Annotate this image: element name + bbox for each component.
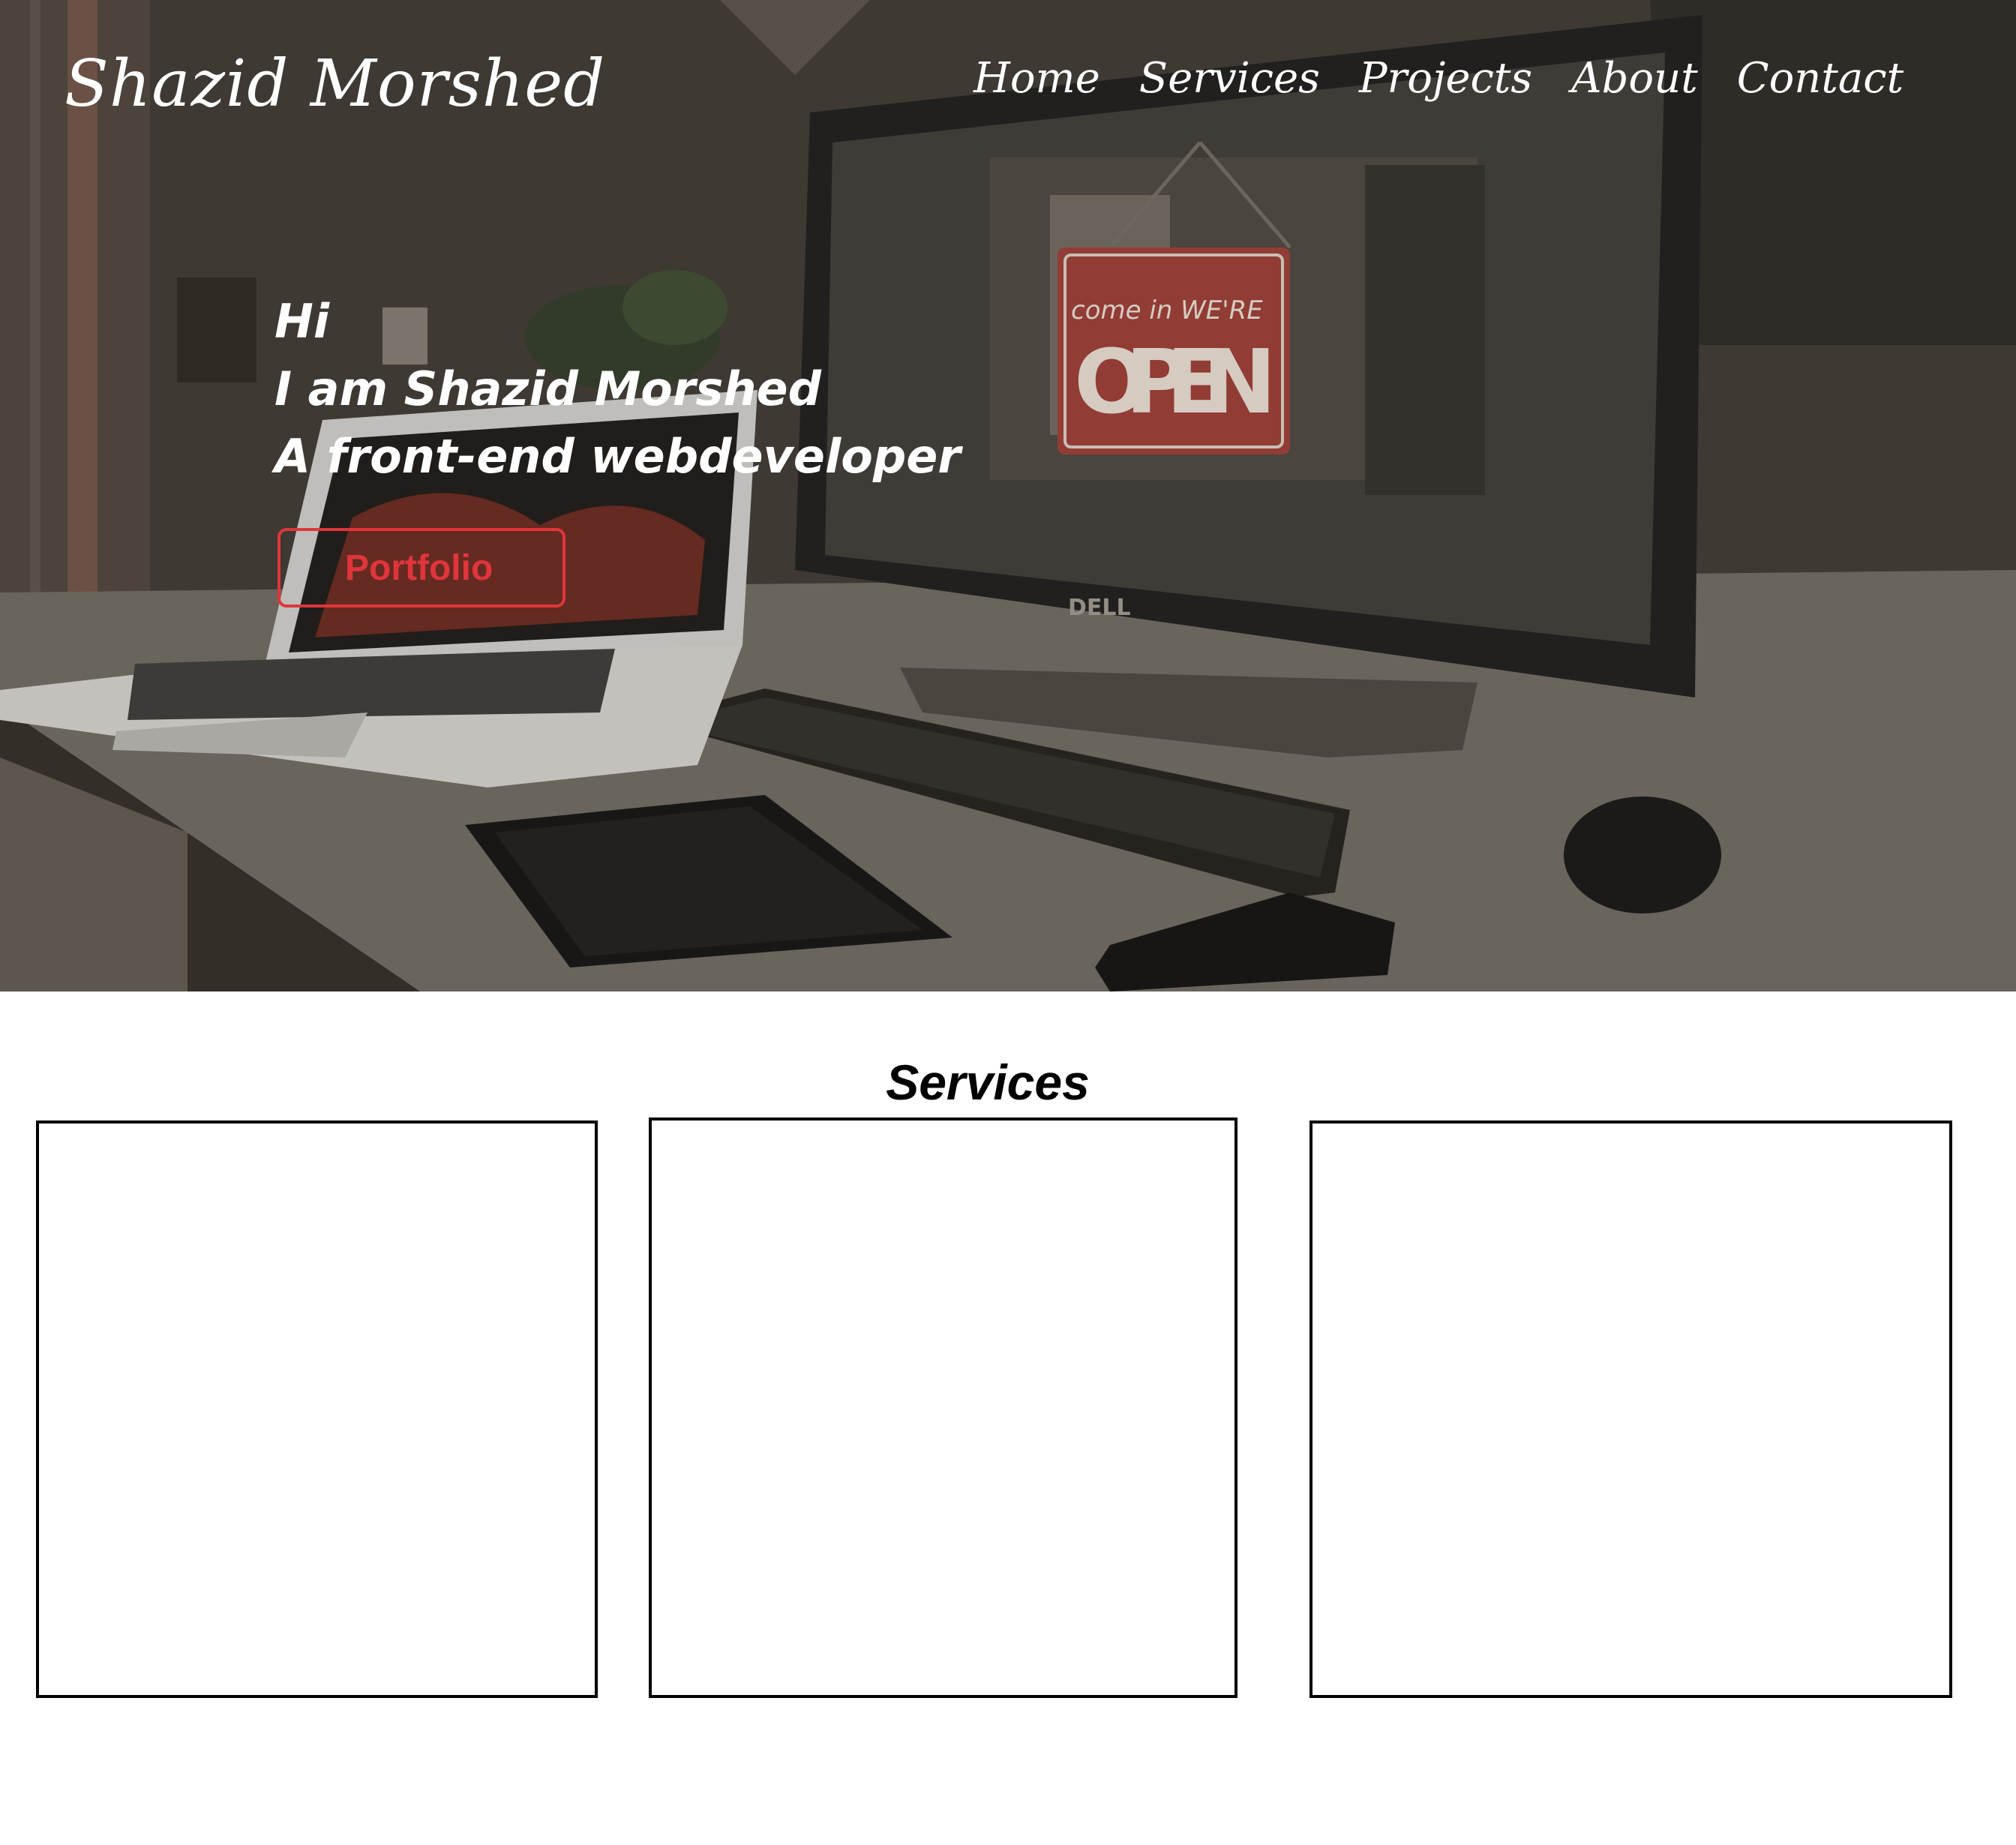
service-card: [649, 1118, 1238, 1698]
services-heading: Services: [886, 1054, 1090, 1110]
nav-services-link[interactable]: Services: [1139, 54, 1320, 103]
nav-home-link[interactable]: Home: [974, 54, 1100, 103]
service-card: [36, 1120, 598, 1698]
hero-section: come in WE'RE OPEN DELL Shazid Morshed H…: [0, 0, 2016, 992]
page: come in WE'RE OPEN DELL Shazid Morshed H…: [0, 0, 2016, 1845]
hero-greeting: Hi: [274, 294, 330, 349]
hero-name-line: I am Shazid Morshed: [274, 362, 821, 416]
hero-role-line: A front-end webdeveloper: [274, 429, 961, 484]
nav-contact-link[interactable]: Contact: [1737, 54, 1904, 103]
brand-logo[interactable]: Shazid Morshed: [64, 46, 605, 122]
nav-projects-link[interactable]: Projects: [1359, 54, 1532, 103]
main-nav: Home Services Projects About Contact: [974, 54, 1904, 103]
portfolio-button[interactable]: Portfolio: [278, 528, 566, 608]
hero-background-image: come in WE'RE OPEN DELL: [0, 0, 2016, 992]
nav-about-link[interactable]: About: [1571, 54, 1698, 103]
service-card: [1310, 1120, 1952, 1698]
hero-intro: Hi I am Shazid Morshed A front-end webde…: [274, 288, 961, 490]
